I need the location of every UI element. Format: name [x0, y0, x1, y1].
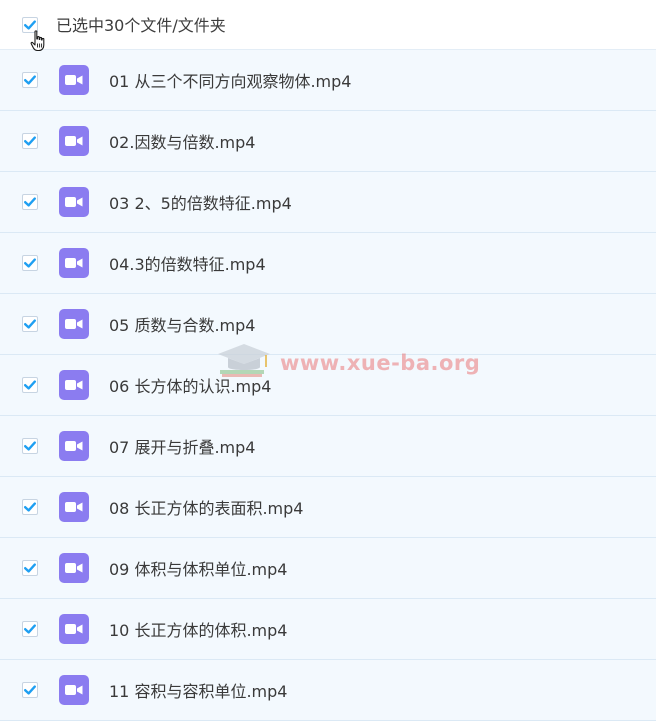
file-name[interactable]: 09 体积与体积单位.mp4: [109, 556, 287, 580]
video-camera-icon: [65, 563, 83, 573]
checkmark-icon: [24, 563, 36, 573]
video-camera-icon: [65, 380, 83, 390]
video-camera-icon: [65, 75, 83, 85]
file-checkbox[interactable]: [22, 438, 38, 454]
video-file-icon: [59, 187, 89, 217]
file-name[interactable]: 10 长正方体的体积.mp4: [109, 617, 287, 641]
file-name[interactable]: 05 质数与合数.mp4: [109, 312, 255, 336]
video-camera-icon: [65, 685, 83, 695]
file-row[interactable]: 10 长正方体的体积.mp4: [0, 599, 656, 660]
video-file-icon: [59, 675, 89, 705]
file-row[interactable]: 06 长方体的认识.mp4: [0, 355, 656, 416]
video-file-icon: [59, 553, 89, 583]
video-camera-icon: [65, 502, 83, 512]
file-name[interactable]: 02.因数与倍数.mp4: [109, 129, 255, 153]
video-file-icon: [59, 492, 89, 522]
file-row[interactable]: 01 从三个不同方向观察物体.mp4: [0, 50, 656, 111]
file-checkbox[interactable]: [22, 72, 38, 88]
file-name[interactable]: 04.3的倍数特征.mp4: [109, 251, 266, 275]
file-row[interactable]: 05 质数与合数.mp4: [0, 294, 656, 355]
file-row[interactable]: 11 容积与容积单位.mp4: [0, 660, 656, 721]
checkmark-icon: [24, 136, 36, 146]
file-name[interactable]: 06 长方体的认识.mp4: [109, 373, 271, 397]
checkmark-icon: [24, 441, 36, 451]
selection-header: 已选中30个文件/文件夹: [0, 0, 656, 52]
file-checkbox[interactable]: [22, 621, 38, 637]
file-list: 01 从三个不同方向观察物体.mp4 02.因数与倍数.mp4 03 2、5的倍数特…: [0, 50, 656, 721]
video-file-icon: [59, 126, 89, 156]
file-checkbox[interactable]: [22, 682, 38, 698]
file-name[interactable]: 03 2、5的倍数特征.mp4: [109, 190, 292, 214]
file-name[interactable]: 01 从三个不同方向观察物体.mp4: [109, 68, 351, 92]
video-file-icon: [59, 370, 89, 400]
video-camera-icon: [65, 136, 83, 146]
checkmark-icon: [24, 258, 36, 268]
file-checkbox[interactable]: [22, 377, 38, 393]
file-row[interactable]: 02.因数与倍数.mp4: [0, 111, 656, 172]
selection-count-label: 已选中30个文件/文件夹: [56, 15, 226, 35]
file-row[interactable]: 09 体积与体积单位.mp4: [0, 538, 656, 599]
file-row[interactable]: 04.3的倍数特征.mp4: [0, 233, 656, 294]
video-camera-icon: [65, 258, 83, 268]
checkmark-icon: [24, 685, 36, 695]
video-camera-icon: [65, 319, 83, 329]
file-row[interactable]: 03 2、5的倍数特征.mp4: [0, 172, 656, 233]
file-checkbox[interactable]: [22, 316, 38, 332]
checkmark-icon: [24, 624, 36, 634]
video-file-icon: [59, 614, 89, 644]
video-file-icon: [59, 248, 89, 278]
file-row[interactable]: 08 长正方体的表面积.mp4: [0, 477, 656, 538]
checkmark-icon: [24, 502, 36, 512]
hand-pointer-cursor-icon: [30, 30, 45, 52]
video-camera-icon: [65, 197, 83, 207]
file-name[interactable]: 08 长正方体的表面积.mp4: [109, 495, 303, 519]
video-file-icon: [59, 65, 89, 95]
checkmark-icon: [24, 319, 36, 329]
video-file-icon: [59, 309, 89, 339]
file-checkbox[interactable]: [22, 133, 38, 149]
file-checkbox[interactable]: [22, 499, 38, 515]
checkmark-icon: [24, 75, 36, 85]
video-camera-icon: [65, 624, 83, 634]
checkmark-icon: [24, 197, 36, 207]
file-name[interactable]: 07 展开与折叠.mp4: [109, 434, 255, 458]
file-checkbox[interactable]: [22, 255, 38, 271]
video-file-icon: [59, 431, 89, 461]
file-checkbox[interactable]: [22, 560, 38, 576]
file-name[interactable]: 11 容积与容积单位.mp4: [109, 678, 287, 702]
file-row[interactable]: 07 展开与折叠.mp4: [0, 416, 656, 477]
checkmark-icon: [24, 380, 36, 390]
video-camera-icon: [65, 441, 83, 451]
file-checkbox[interactable]: [22, 194, 38, 210]
